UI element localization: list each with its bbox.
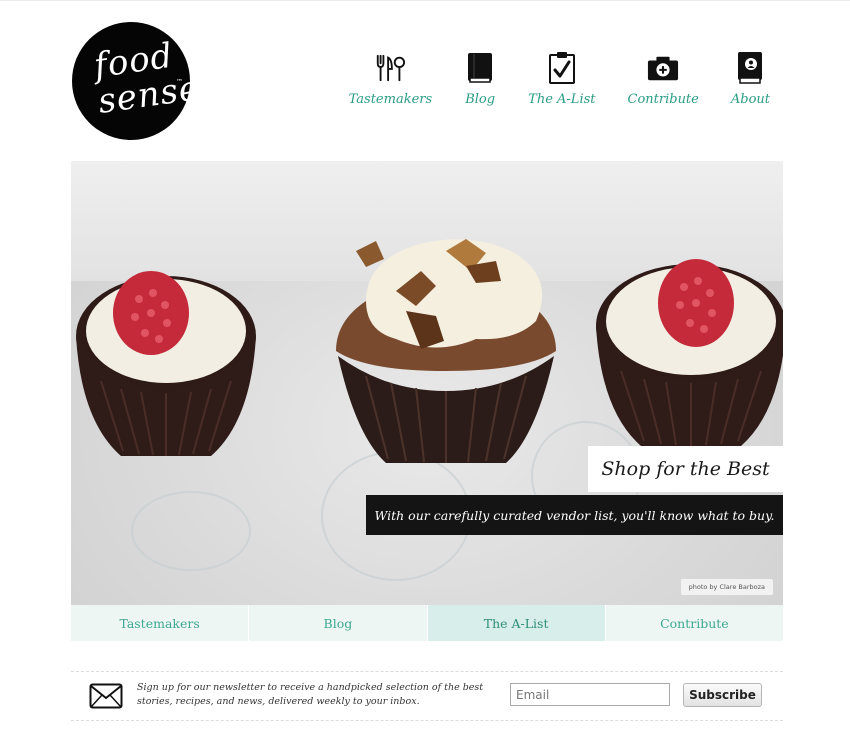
subtab-a-list[interactable]: The A-List xyxy=(427,605,606,641)
nav-item-tastemakers[interactable]: Tastemakers xyxy=(348,50,433,107)
raspberry-cupcake-right xyxy=(596,259,783,446)
subtab-blog[interactable]: Blog xyxy=(249,605,428,641)
walnut-cupcake-center xyxy=(336,239,556,463)
raspberry-cupcake-left xyxy=(76,271,256,456)
nav-item-a-list[interactable]: The A-List xyxy=(528,50,596,107)
subtab-tastemakers[interactable]: Tastemakers xyxy=(71,605,250,641)
nav-item-contribute[interactable]: Contribute xyxy=(628,50,699,107)
photo-credit: photo by Clare Barboza xyxy=(680,579,773,595)
nav-item-blog[interactable]: Blog xyxy=(464,50,496,107)
nav-item-about[interactable]: About xyxy=(731,50,770,107)
nav-label: About xyxy=(730,92,770,107)
hero-subtabs: Tastemakers Blog The A-List Contribute xyxy=(71,605,783,641)
nav-label: Tastemakers xyxy=(348,92,433,107)
food-sense-logo[interactable]: food sense ™ xyxy=(72,22,202,140)
hero-subtitle: With our carefully curated vendor list, … xyxy=(366,495,783,535)
utensils-icon xyxy=(374,50,406,86)
tablecloth-pattern xyxy=(131,491,251,571)
newsletter-text: Sign up for our newsletter to receive a … xyxy=(137,682,484,707)
nav-label: The A-List xyxy=(528,92,596,107)
hero-title: Shop for the Best xyxy=(588,446,783,492)
logo-trademark: ™ xyxy=(176,78,183,86)
main-nav: Tastemakers Blog The A-List Contribute A… xyxy=(349,50,770,107)
camera-plus-icon xyxy=(647,50,679,86)
book-icon xyxy=(464,50,496,86)
address-book-icon xyxy=(734,50,766,86)
nav-label: Blog xyxy=(465,92,496,107)
nav-label: Contribute xyxy=(627,92,699,107)
subtab-contribute[interactable]: Contribute xyxy=(605,605,783,641)
envelope-icon xyxy=(89,683,123,713)
subscribe-button[interactable]: Subscribe xyxy=(683,683,762,707)
top-divider xyxy=(0,0,850,1)
clipboard-check-icon xyxy=(546,50,578,86)
newsletter-signup: Sign up for our newsletter to receive a … xyxy=(71,671,783,721)
email-field[interactable] xyxy=(510,683,670,706)
hero-banner[interactable]: Shop for the Best With our carefully cur… xyxy=(71,161,783,605)
